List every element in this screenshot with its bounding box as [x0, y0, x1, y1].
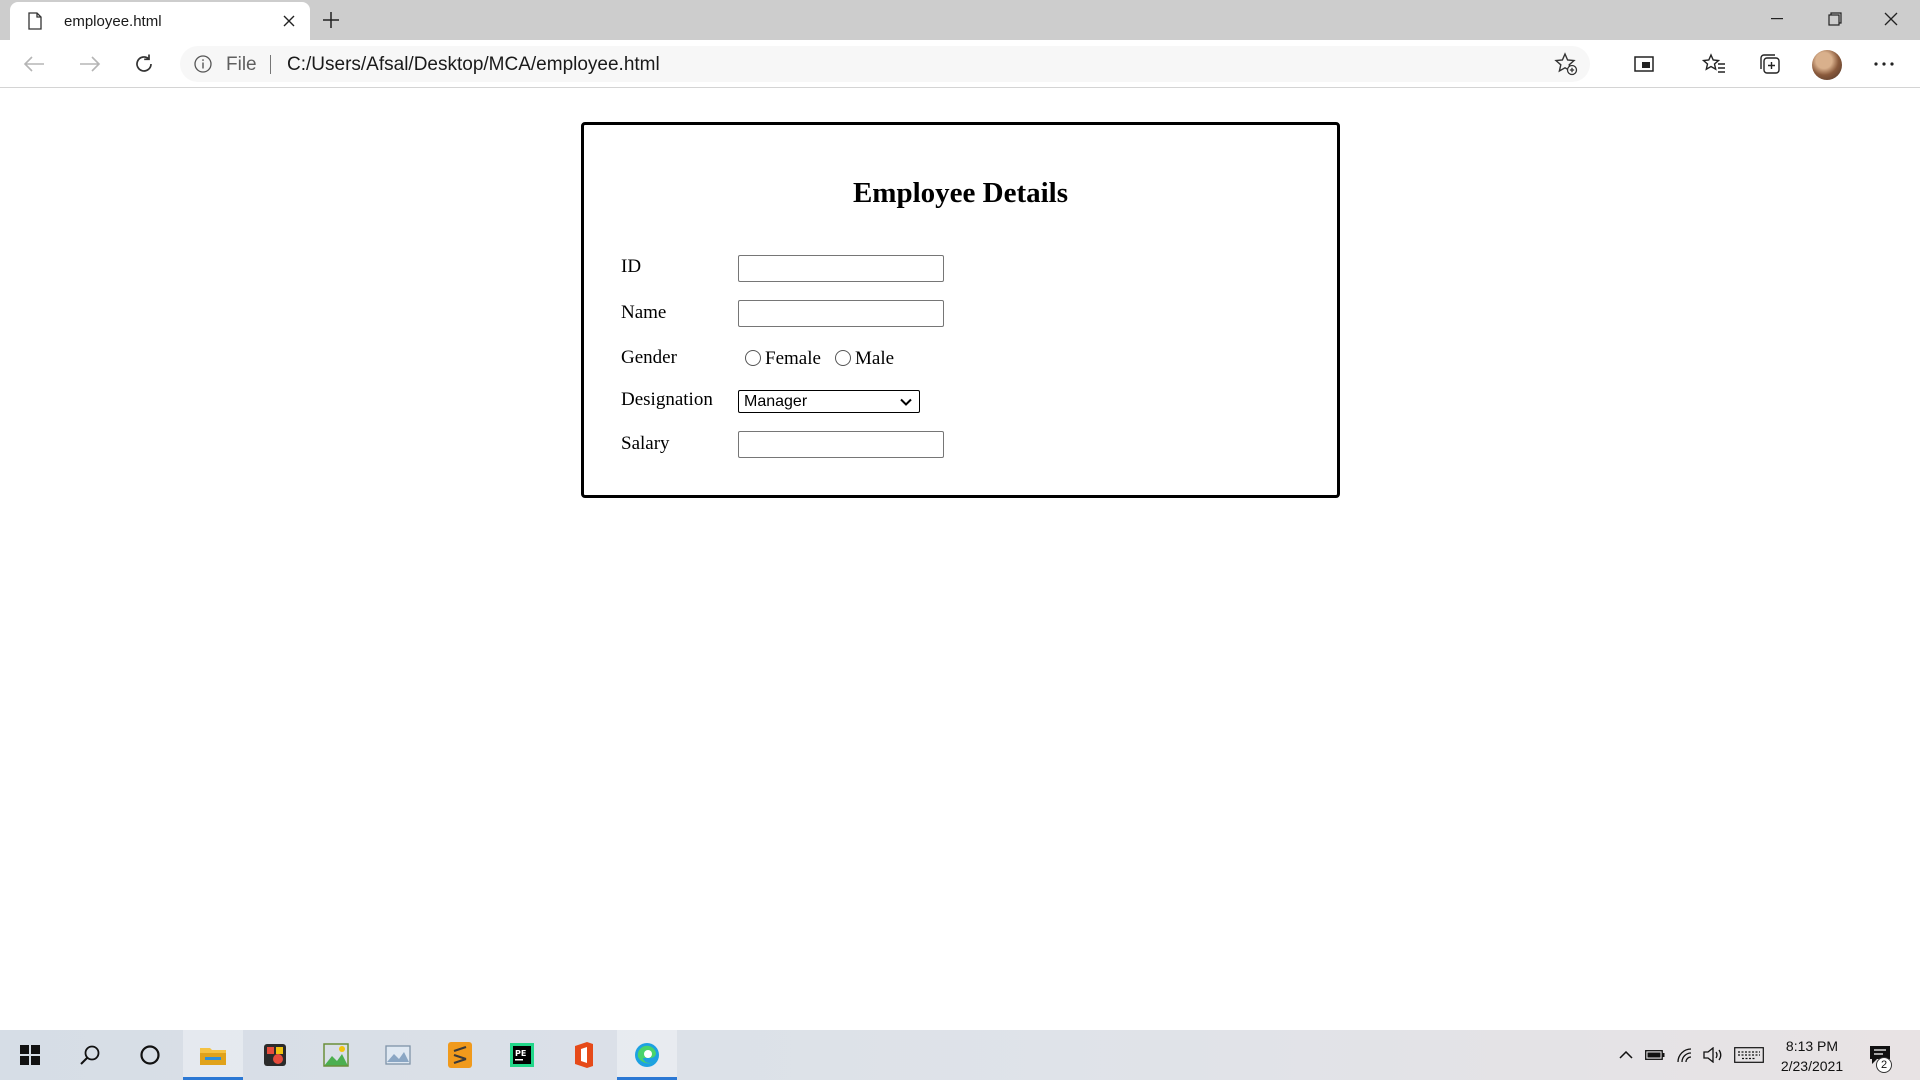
- new-tab-icon[interactable]: [318, 7, 344, 33]
- taskbar-clock[interactable]: 8:13 PM 2/23/2021: [1768, 1036, 1856, 1076]
- keyboard-icon[interactable]: [1732, 1030, 1766, 1080]
- chevron-down-icon: [899, 394, 913, 408]
- sublime-text-icon[interactable]: [430, 1030, 490, 1080]
- page-icon: [24, 10, 46, 32]
- volume-icon[interactable]: [1700, 1030, 1726, 1080]
- address-separator: [270, 55, 271, 74]
- notification-count-badge: 2: [1876, 1057, 1892, 1073]
- clock-time: 8:13 PM: [1785, 1038, 1839, 1054]
- file-explorer-icon[interactable]: [183, 1030, 243, 1080]
- id-label: ID: [621, 256, 642, 277]
- add-favorite-icon[interactable]: [1554, 52, 1578, 76]
- battery-icon[interactable]: [1642, 1030, 1668, 1080]
- address-bar[interactable]: File C:/Users/Afsal/Desktop/MCA/employee…: [180, 46, 1590, 82]
- salary-input[interactable]: [738, 431, 944, 458]
- favorites-icon[interactable]: [1696, 46, 1732, 82]
- photo-app-icon[interactable]: [306, 1030, 366, 1080]
- salary-label: Salary: [621, 433, 670, 454]
- show-hidden-icons-icon[interactable]: [1612, 1030, 1640, 1080]
- clock-date: 2/23/2021: [1780, 1058, 1844, 1074]
- image-viewer-icon[interactable]: [368, 1030, 428, 1080]
- gender-label: Gender: [621, 347, 677, 368]
- svg-text:PE: PE: [515, 1049, 526, 1058]
- employee-form: Employee Details ID Name Gender Female M…: [581, 122, 1340, 498]
- browser-tab[interactable]: employee.html: [10, 2, 310, 40]
- gender-male-radio[interactable]: [835, 350, 851, 366]
- close-tab-icon[interactable]: [278, 10, 300, 32]
- refresh-icon[interactable]: [126, 46, 162, 82]
- name-input[interactable]: [738, 300, 944, 327]
- cortana-icon[interactable]: [120, 1030, 180, 1080]
- taskbar: PE 8:13 PM 2/23/2021 2: [0, 1030, 1920, 1080]
- pycharm-icon[interactable]: PE: [492, 1030, 552, 1080]
- notifications-icon[interactable]: [1862, 1030, 1898, 1080]
- designation-label: Designation: [621, 389, 713, 410]
- designation-select[interactable]: Manager: [738, 390, 920, 413]
- immersive-reader-icon[interactable]: [1626, 46, 1662, 82]
- gender-female-label[interactable]: Female: [765, 348, 821, 370]
- close-window-icon[interactable]: [1862, 0, 1920, 38]
- office-icon[interactable]: [554, 1030, 614, 1080]
- restore-icon[interactable]: [1806, 0, 1864, 38]
- more-options-icon[interactable]: [1866, 46, 1902, 82]
- edge-icon[interactable]: [617, 1030, 677, 1080]
- form-title: Employee Details: [852, 177, 1069, 209]
- name-label: Name: [621, 302, 667, 323]
- info-icon[interactable]: [194, 55, 212, 73]
- address-scheme-label: File: [226, 54, 257, 75]
- profile-avatar[interactable]: [1812, 50, 1842, 80]
- minimize-icon[interactable]: [1748, 0, 1806, 38]
- gender-female-radio[interactable]: [745, 350, 761, 366]
- browser-toolbar: File C:/Users/Afsal/Desktop/MCA/employee…: [0, 40, 1920, 88]
- gender-male-label[interactable]: Male: [855, 348, 894, 370]
- designation-selected-value: Manager: [744, 393, 808, 410]
- id-input[interactable]: [738, 255, 944, 282]
- browser-tab-strip: employee.html: [0, 0, 1920, 40]
- start-icon[interactable]: [0, 1030, 60, 1080]
- tab-title: employee.html: [64, 12, 162, 30]
- back-icon[interactable]: [16, 46, 52, 82]
- media-app-icon[interactable]: [245, 1030, 305, 1080]
- search-icon[interactable]: [60, 1030, 120, 1080]
- wifi-icon[interactable]: [1672, 1030, 1698, 1080]
- address-url[interactable]: C:/Users/Afsal/Desktop/MCA/employee.html: [287, 54, 660, 76]
- forward-icon[interactable]: [72, 46, 108, 82]
- collections-icon[interactable]: [1752, 46, 1788, 82]
